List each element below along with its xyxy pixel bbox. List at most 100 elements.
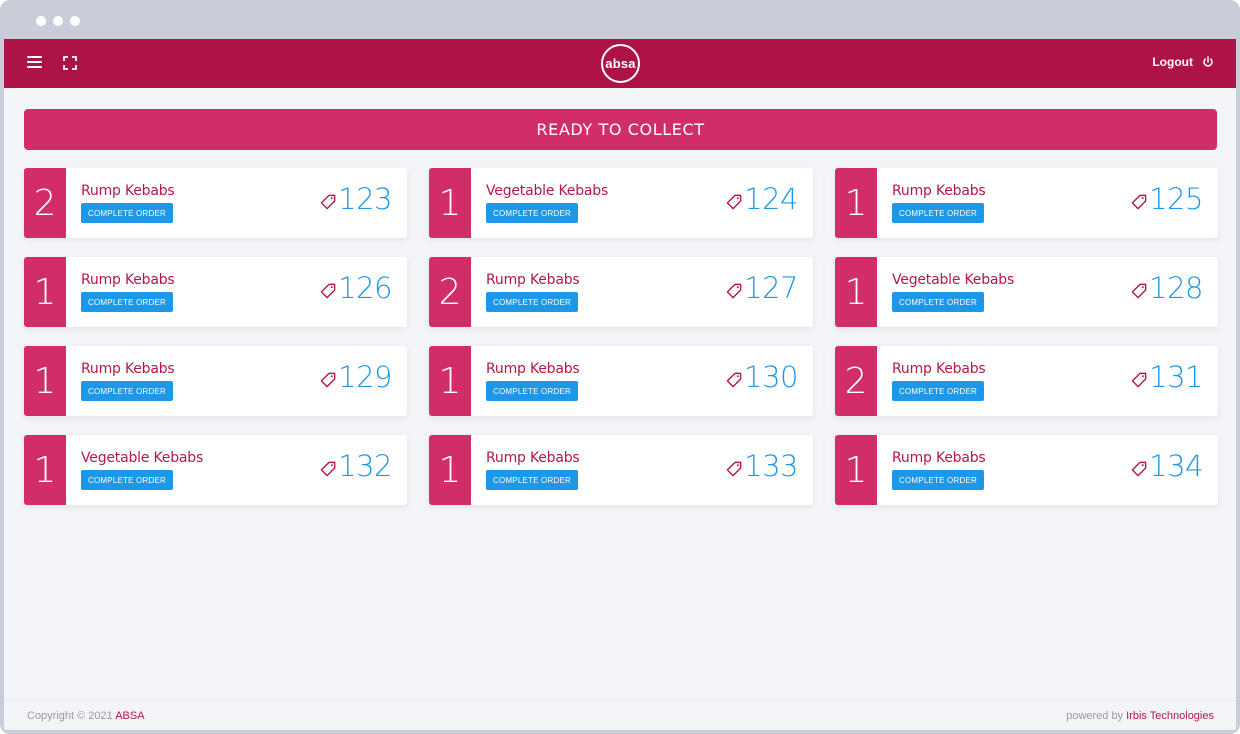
tag-icon <box>320 372 336 388</box>
order-item-name: Rump Kebabs <box>486 361 580 377</box>
order-number: 125 <box>1149 182 1203 216</box>
banner-title: READY TO COLLECT <box>536 120 705 139</box>
tag-icon <box>726 194 742 210</box>
top-navbar: absa Logout <box>4 39 1236 88</box>
order-card: 2 Rump Kebabs COMPLETE ORDER 127 <box>429 257 813 327</box>
complete-order-button[interactable]: COMPLETE ORDER <box>486 470 578 490</box>
footer-brand-link[interactable]: ABSA <box>115 710 144 722</box>
order-number-group: 127 <box>726 271 798 305</box>
order-number: 130 <box>744 360 798 394</box>
order-number: 133 <box>744 449 798 483</box>
ready-to-collect-banner: READY TO COLLECT <box>24 109 1217 150</box>
order-quantity: 2 <box>429 257 471 327</box>
complete-order-button[interactable]: COMPLETE ORDER <box>892 381 984 401</box>
order-number-group: 130 <box>726 360 798 394</box>
order-number-group: 126 <box>320 271 392 305</box>
complete-order-button[interactable]: COMPLETE ORDER <box>486 381 578 401</box>
complete-order-button[interactable]: COMPLETE ORDER <box>486 292 578 312</box>
order-number-group: 129 <box>320 360 392 394</box>
order-item-name: Rump Kebabs <box>486 272 580 288</box>
order-card: 1 Vegetable Kebabs COMPLETE ORDER 128 <box>835 257 1218 327</box>
hamburger-icon[interactable] <box>27 56 42 69</box>
order-card: 1 Rump Kebabs COMPLETE ORDER 133 <box>429 435 813 505</box>
orders-grid: 2 Rump Kebabs COMPLETE ORDER 123 1 Veget… <box>24 168 1218 505</box>
tag-icon <box>320 283 336 299</box>
tag-icon <box>1131 194 1147 210</box>
order-item-name: Rump Kebabs <box>892 361 986 377</box>
powered-by-text: powered by <box>1066 710 1124 722</box>
order-number-group: 124 <box>726 182 798 216</box>
order-card: 1 Rump Kebabs COMPLETE ORDER 126 <box>24 257 407 327</box>
vendor-link[interactable]: Irbis Technologies <box>1126 710 1214 722</box>
logout-button[interactable]: Logout <box>1152 55 1214 69</box>
tag-icon <box>320 194 336 210</box>
fullscreen-icon[interactable] <box>63 56 77 70</box>
order-number-group: 125 <box>1131 182 1203 216</box>
order-card: 1 Vegetable Kebabs COMPLETE ORDER 132 <box>24 435 407 505</box>
order-item-name: Rump Kebabs <box>892 450 986 466</box>
order-number-group: 134 <box>1131 449 1203 483</box>
footer: Copyright © 2021 ABSA powered by Irbis T… <box>4 700 1236 730</box>
order-quantity: 1 <box>835 257 877 327</box>
tag-icon <box>726 461 742 477</box>
order-item-name: Rump Kebabs <box>486 450 580 466</box>
order-number-group: 133 <box>726 449 798 483</box>
browser-window: absa Logout READY TO COLLECT 2 Rump Keba… <box>0 0 1240 734</box>
logout-label: Logout <box>1152 55 1193 69</box>
copyright-text: Copyright © 2021 <box>27 710 113 722</box>
footer-copyright: Copyright © 2021 ABSA <box>27 710 145 722</box>
order-quantity: 1 <box>429 346 471 416</box>
order-number-group: 123 <box>320 182 392 216</box>
order-quantity: 1 <box>24 435 66 505</box>
order-number-group: 128 <box>1131 271 1203 305</box>
order-number: 126 <box>338 271 392 305</box>
complete-order-button[interactable]: COMPLETE ORDER <box>892 470 984 490</box>
order-item-name: Vegetable Kebabs <box>892 272 1015 288</box>
order-number: 123 <box>338 182 392 216</box>
power-icon <box>1203 56 1213 67</box>
window-minimize-dot[interactable] <box>53 16 63 26</box>
window-maximize-dot[interactable] <box>70 16 80 26</box>
order-quantity: 1 <box>429 168 471 238</box>
tag-icon <box>726 283 742 299</box>
order-number: 128 <box>1149 271 1203 305</box>
absa-logo[interactable]: absa <box>601 44 640 83</box>
order-item-name: Rump Kebabs <box>892 183 986 199</box>
order-card: 1 Rump Kebabs COMPLETE ORDER 129 <box>24 346 407 416</box>
order-item-name: Rump Kebabs <box>81 272 175 288</box>
complete-order-button[interactable]: COMPLETE ORDER <box>892 292 984 312</box>
app-viewport: absa Logout READY TO COLLECT 2 Rump Keba… <box>4 39 1236 730</box>
order-number-group: 132 <box>320 449 392 483</box>
tag-icon <box>1131 372 1147 388</box>
complete-order-button[interactable]: COMPLETE ORDER <box>892 203 984 223</box>
order-quantity: 1 <box>24 257 66 327</box>
order-item-name: Vegetable Kebabs <box>81 450 204 466</box>
logo-text: absa <box>605 56 636 71</box>
complete-order-button[interactable]: COMPLETE ORDER <box>81 203 173 223</box>
order-quantity: 1 <box>835 435 877 505</box>
order-item-name: Rump Kebabs <box>81 361 175 377</box>
complete-order-button[interactable]: COMPLETE ORDER <box>81 292 173 312</box>
order-quantity: 1 <box>835 168 877 238</box>
order-number: 132 <box>338 449 392 483</box>
order-card: 1 Vegetable Kebabs COMPLETE ORDER 124 <box>429 168 813 238</box>
order-number: 131 <box>1149 360 1203 394</box>
tag-icon <box>726 372 742 388</box>
tag-icon <box>1131 283 1147 299</box>
order-number: 129 <box>338 360 392 394</box>
order-quantity: 1 <box>429 435 471 505</box>
order-number: 134 <box>1149 449 1203 483</box>
window-controls <box>36 16 80 26</box>
order-number-group: 131 <box>1131 360 1203 394</box>
complete-order-button[interactable]: COMPLETE ORDER <box>81 470 173 490</box>
order-card: 1 Rump Kebabs COMPLETE ORDER 130 <box>429 346 813 416</box>
complete-order-button[interactable]: COMPLETE ORDER <box>81 381 173 401</box>
order-card: 1 Rump Kebabs COMPLETE ORDER 125 <box>835 168 1218 238</box>
tag-icon <box>320 461 336 477</box>
order-card: 2 Rump Kebabs COMPLETE ORDER 131 <box>835 346 1218 416</box>
order-card: 1 Rump Kebabs COMPLETE ORDER 134 <box>835 435 1218 505</box>
complete-order-button[interactable]: COMPLETE ORDER <box>486 203 578 223</box>
footer-powered-by: powered by Irbis Technologies <box>1066 710 1214 722</box>
window-close-dot[interactable] <box>36 16 46 26</box>
order-quantity: 1 <box>24 346 66 416</box>
